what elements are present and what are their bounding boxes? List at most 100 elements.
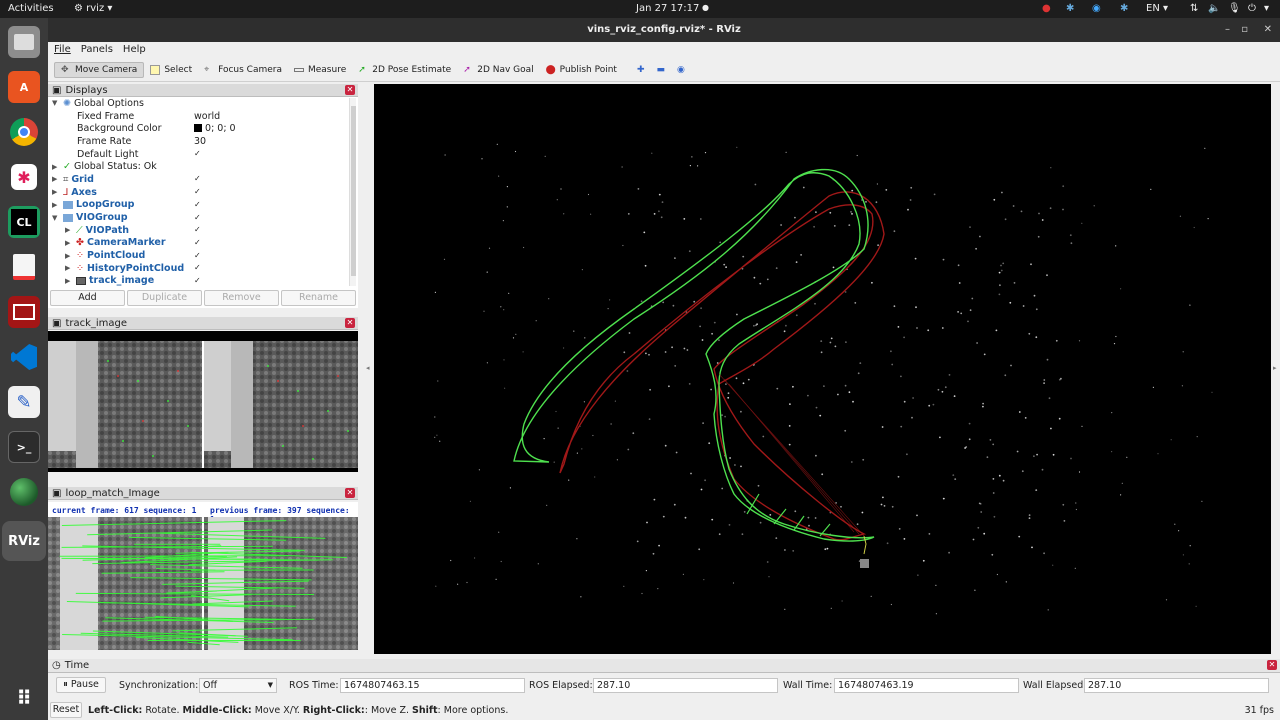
background-color-value[interactable]: 0; 0; 0 bbox=[194, 123, 236, 134]
clion-icon[interactable]: CL bbox=[8, 206, 40, 238]
nav-goal-tool[interactable]: ➚ 2D Nav Goal bbox=[457, 63, 539, 77]
volume-icon[interactable]: 🔈 bbox=[1208, 3, 1220, 14]
loop-match-header[interactable]: ▣ loop_match_Image ✕ bbox=[48, 487, 358, 500]
pose-estimate-tool[interactable]: ➚ 2D Pose Estimate bbox=[352, 63, 457, 77]
status-icon-1[interactable]: ● bbox=[1042, 3, 1051, 14]
camera-marker-checkbox[interactable]: ✓ bbox=[194, 238, 202, 247]
tree-row-vio-path[interactable]: ▶ ⟋ VIOPath ✓ bbox=[48, 224, 350, 237]
rviz-dock-icon[interactable]: RViz bbox=[2, 521, 46, 561]
rename-display-button[interactable]: Rename bbox=[281, 290, 356, 306]
language-indicator[interactable]: EN ▾ bbox=[1146, 3, 1168, 14]
expand-arrow-icon[interactable]: ▼ bbox=[52, 99, 60, 107]
axes-checkbox[interactable]: ✓ bbox=[194, 188, 202, 196]
chevron-down-icon[interactable]: ▾ bbox=[1264, 3, 1269, 14]
slack-tray-icon[interactable]: ✱ bbox=[1066, 3, 1074, 14]
expand-arrow-icon[interactable]: ▶ bbox=[65, 277, 73, 285]
expand-arrow-icon[interactable]: ▶ bbox=[52, 201, 60, 209]
activities-button[interactable]: Activities bbox=[8, 3, 54, 14]
tree-row-track-image[interactable]: ▶ track_image ✓ bbox=[48, 275, 350, 287]
expand-arrow-icon[interactable]: ▶ bbox=[52, 188, 60, 196]
wall-time-field[interactable]: 1674807463.19 bbox=[834, 678, 1019, 693]
chrome-icon[interactable] bbox=[8, 116, 40, 148]
tree-row-default-light[interactable]: Default Light ✓ bbox=[48, 148, 350, 161]
tree-row-global-options[interactable]: ▼ ✺ Global Options bbox=[48, 97, 350, 110]
left-splitter-handle[interactable]: ◂ bbox=[366, 364, 372, 384]
files-icon[interactable] bbox=[8, 26, 40, 58]
displays-scrollbar[interactable] bbox=[349, 98, 356, 286]
close-panel-icon[interactable]: ✕ bbox=[345, 85, 355, 95]
duplicate-display-button[interactable]: Duplicate bbox=[127, 290, 202, 306]
text-editor-icon[interactable]: ✎ bbox=[8, 386, 40, 418]
focus-camera-tool[interactable]: ⌖ Focus Camera bbox=[198, 63, 288, 77]
expand-arrow-icon[interactable]: ▶ bbox=[52, 175, 60, 183]
close-panel-icon[interactable]: ✕ bbox=[345, 488, 355, 498]
app-menu[interactable]: ⚙ rviz ▾ bbox=[74, 3, 112, 14]
displays-header[interactable]: ▣ Displays ✕ bbox=[48, 84, 358, 97]
slack-icon[interactable]: ✱ bbox=[8, 161, 40, 193]
menu-file[interactable]: File bbox=[54, 42, 71, 58]
remove-display-button[interactable]: Remove bbox=[204, 290, 279, 306]
ros-elapsed-field[interactable]: 287.10 bbox=[593, 678, 778, 693]
ros-time-field[interactable]: 1674807463.15 bbox=[340, 678, 525, 693]
screen-recorder-icon[interactable] bbox=[8, 296, 40, 328]
move-camera-tool[interactable]: ✥ Move Camera bbox=[54, 61, 145, 78]
slack-tray-icon-2[interactable]: ✱ bbox=[1120, 3, 1128, 14]
chat-tray-icon[interactable]: ◉ bbox=[1092, 3, 1101, 14]
3d-viewport[interactable] bbox=[374, 84, 1271, 654]
loop-group-checkbox[interactable]: ✓ bbox=[194, 200, 202, 209]
track-image-checkbox[interactable]: ✓ bbox=[194, 276, 202, 285]
expand-arrow-icon[interactable]: ▶ bbox=[65, 239, 73, 247]
fixed-frame-value[interactable]: world bbox=[194, 111, 220, 122]
terminal-icon[interactable]: >_ bbox=[8, 431, 40, 463]
globe-icon[interactable] bbox=[8, 476, 40, 508]
add-display-button[interactable]: Add bbox=[50, 290, 125, 306]
window-titlebar[interactable]: vins_rviz_config.rviz* - RViz – ▫ ✕ bbox=[48, 18, 1280, 42]
expand-arrow-icon[interactable]: ▼ bbox=[52, 214, 60, 222]
tree-row-fixed-frame[interactable]: Fixed Frame world bbox=[48, 110, 350, 123]
expand-arrow-icon[interactable]: ▶ bbox=[52, 163, 60, 171]
history-point-cloud-checkbox[interactable]: ✓ bbox=[194, 264, 202, 272]
vio-path-checkbox[interactable]: ✓ bbox=[194, 226, 202, 234]
tree-row-history-point-cloud[interactable]: ▶ ⁘ HistoryPointCloud ✓ bbox=[48, 262, 350, 275]
tree-row-grid[interactable]: ▶ ⌗ Grid ✓ bbox=[48, 173, 350, 186]
frame-rate-value[interactable]: 30 bbox=[194, 136, 206, 147]
grid-checkbox[interactable]: ✓ bbox=[194, 175, 202, 183]
expand-arrow-icon[interactable]: ▶ bbox=[65, 252, 73, 260]
vscode-icon[interactable] bbox=[8, 341, 40, 373]
power-icon[interactable]: ⏻ bbox=[1248, 3, 1256, 14]
menu-panels[interactable]: Panels bbox=[81, 42, 113, 58]
tree-row-frame-rate[interactable]: Frame Rate 30 bbox=[48, 135, 350, 148]
minimize-icon[interactable]: – bbox=[1225, 18, 1230, 42]
tool-properties-button[interactable]: ◉ bbox=[671, 63, 691, 77]
reset-button[interactable]: Reset bbox=[50, 702, 82, 718]
network-icon[interactable]: ⇅ bbox=[1190, 3, 1198, 14]
tree-row-camera-marker[interactable]: ▶ ✤ CameraMarker ✓ bbox=[48, 237, 350, 250]
tree-row-loop-group[interactable]: ▶ LoopGroup ✓ bbox=[48, 199, 350, 212]
tree-row-point-cloud[interactable]: ▶ ⁘ PointCloud ✓ bbox=[48, 249, 350, 262]
menu-help[interactable]: Help bbox=[123, 42, 146, 58]
track-image-header[interactable]: ▣ track_image ✕ bbox=[48, 317, 358, 330]
remove-tool-button[interactable]: ▬ bbox=[651, 63, 672, 77]
publish-point-tool[interactable]: ⬤ Publish Point bbox=[540, 63, 623, 77]
measure-tool[interactable]: Measure bbox=[288, 63, 352, 77]
expand-arrow-icon[interactable]: ▶ bbox=[65, 264, 73, 272]
tree-row-global-status[interactable]: ▶ ✓ Global Status: Ok bbox=[48, 160, 350, 173]
wall-elapsed-field[interactable]: 287.10 bbox=[1084, 678, 1269, 693]
default-light-checkbox[interactable]: ✓ bbox=[194, 150, 202, 158]
point-cloud-checkbox[interactable]: ✓ bbox=[194, 251, 202, 260]
time-header[interactable]: ◷ Time ✕ bbox=[48, 659, 1280, 673]
document-viewer-icon[interactable] bbox=[8, 251, 40, 283]
tree-row-background-color[interactable]: Background Color 0; 0; 0 bbox=[48, 122, 350, 135]
tree-row-vio-group[interactable]: ▼ VIOGroup ✓ bbox=[48, 211, 350, 224]
show-applications-icon[interactable]: ⠿ bbox=[8, 682, 40, 714]
close-panel-icon[interactable]: ✕ bbox=[1267, 660, 1277, 670]
clock[interactable]: Jan 27 17:17 bbox=[636, 3, 699, 14]
sync-select[interactable]: Off ▼ bbox=[199, 678, 277, 693]
restore-icon[interactable]: ▫ bbox=[1241, 18, 1248, 42]
expand-arrow-icon[interactable]: ▶ bbox=[65, 226, 73, 234]
tree-row-axes[interactable]: ▶ ⅃ Axes ✓ bbox=[48, 186, 350, 199]
right-splitter-handle[interactable]: ▸ bbox=[1273, 364, 1279, 384]
add-tool-button[interactable]: ✚ bbox=[631, 63, 651, 77]
microphone-icon[interactable]: 🎙 bbox=[1228, 3, 1241, 14]
vio-group-checkbox[interactable]: ✓ bbox=[194, 213, 202, 222]
